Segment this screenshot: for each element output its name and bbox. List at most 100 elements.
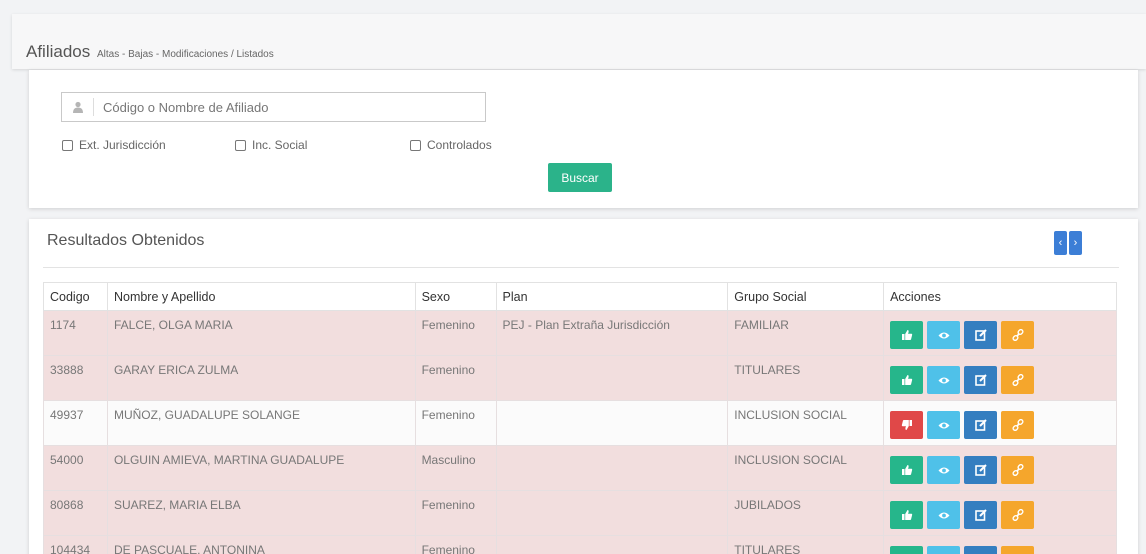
table-row[interactable]: 33888 GARAY ERICA ZULMA Femenino TITULAR… xyxy=(43,355,1117,401)
edit-button[interactable] xyxy=(964,321,998,349)
disapprove-button[interactable] xyxy=(890,411,924,439)
table-row[interactable]: 104434 DE PASCUALE, ANTONINA Femenino TI… xyxy=(43,535,1117,554)
eye-icon xyxy=(938,332,950,338)
eye-icon xyxy=(938,377,950,383)
checkbox-ext-jurisdiccion-box[interactable] xyxy=(62,139,73,151)
pager-next-button[interactable]: › xyxy=(1069,231,1082,255)
thumbs-down-icon xyxy=(901,420,912,430)
edit-button[interactable] xyxy=(964,546,998,554)
user-icon xyxy=(62,98,94,116)
link-button[interactable] xyxy=(1001,546,1035,554)
view-button[interactable] xyxy=(927,411,961,439)
approve-button[interactable] xyxy=(890,456,924,484)
results-panel: Resultados Obtenidos ‹ › Codigo Nombre y… xyxy=(29,219,1138,554)
view-button[interactable] xyxy=(927,546,961,554)
pager: ‹ › xyxy=(1054,231,1082,255)
pager-prev-button[interactable]: ‹ xyxy=(1054,231,1067,255)
page-title-text: Afiliados xyxy=(26,42,91,61)
checkbox-inc-social[interactable]: Inc. Social xyxy=(235,138,307,152)
column-header-grupo: Grupo Social xyxy=(727,282,885,311)
cell-sexo: Femenino xyxy=(414,400,497,446)
edit-icon xyxy=(974,509,987,521)
checkbox-controlados[interactable]: Controlados xyxy=(410,138,492,152)
cell-plan xyxy=(495,445,729,491)
table-row[interactable]: 54000 OLGUIN AMIEVA, MARTINA GUADALUPE M… xyxy=(43,445,1117,491)
checkbox-ext-jurisdiccion[interactable]: Ext. Jurisdicción xyxy=(62,138,166,152)
column-header-plan: Plan xyxy=(495,282,729,311)
results-title: Resultados Obtenidos xyxy=(47,232,205,249)
search-button[interactable]: Buscar xyxy=(548,163,612,192)
checkbox-controlados-box[interactable] xyxy=(410,139,421,151)
approve-button[interactable] xyxy=(890,366,924,394)
search-panel: Ext. Jurisdicción Inc. Social Controlado… xyxy=(29,70,1138,208)
cell-sexo: Femenino xyxy=(414,310,497,356)
eye-icon xyxy=(938,512,950,518)
table-header-row: Codigo Nombre y Apellido Sexo Plan Grupo… xyxy=(43,282,1117,311)
edit-icon xyxy=(974,329,987,341)
column-header-acciones: Acciones xyxy=(883,282,1117,311)
view-button[interactable] xyxy=(927,501,961,529)
view-button[interactable] xyxy=(927,366,961,394)
cell-grupo: INCLUSION SOCIAL xyxy=(727,445,885,491)
link-button[interactable] xyxy=(1001,501,1035,529)
cell-codigo: 104434 xyxy=(43,535,108,554)
link-button[interactable] xyxy=(1001,411,1035,439)
link-button[interactable] xyxy=(1001,321,1035,349)
cell-nombre: MUÑOZ, GUADALUPE SOLANGE xyxy=(106,400,416,446)
cell-acciones xyxy=(883,310,1117,356)
table-row[interactable]: 1174 FALCE, OLGA MARIA Femenino PEJ - Pl… xyxy=(43,310,1117,356)
cell-acciones xyxy=(883,445,1117,491)
cell-plan xyxy=(495,400,729,446)
results-divider xyxy=(43,267,1119,268)
page-header: Afiliados Altas - Bajas - Modificaciones… xyxy=(12,14,1146,69)
row-actions xyxy=(890,498,1110,529)
cell-grupo: TITULARES xyxy=(727,355,885,401)
cell-acciones xyxy=(883,355,1117,401)
view-button[interactable] xyxy=(927,321,961,349)
search-input[interactable] xyxy=(94,93,485,121)
cell-grupo: TITULARES xyxy=(727,535,885,554)
cell-codigo: 33888 xyxy=(43,355,108,401)
checkbox-inc-social-label: Inc. Social xyxy=(252,138,308,152)
cell-nombre: GARAY ERICA ZULMA xyxy=(106,355,416,401)
cell-nombre: DE PASCUALE, ANTONINA xyxy=(106,535,416,554)
column-header-codigo: Codigo xyxy=(43,282,108,311)
cell-acciones xyxy=(883,400,1117,446)
cell-acciones xyxy=(883,535,1117,554)
link-button[interactable] xyxy=(1001,366,1035,394)
row-actions xyxy=(890,318,1110,349)
link-icon xyxy=(1012,509,1024,521)
search-box[interactable] xyxy=(61,92,486,122)
approve-button[interactable] xyxy=(890,501,924,529)
cell-acciones xyxy=(883,490,1117,536)
row-actions xyxy=(890,453,1110,484)
edit-button[interactable] xyxy=(964,501,998,529)
edit-button[interactable] xyxy=(964,411,998,439)
table-row[interactable]: 80868 SUAREZ, MARIA ELBA Femenino JUBILA… xyxy=(43,490,1117,536)
cell-grupo: FAMILIAR xyxy=(727,310,885,356)
link-button[interactable] xyxy=(1001,456,1035,484)
cell-nombre: OLGUIN AMIEVA, MARTINA GUADALUPE xyxy=(106,445,416,491)
link-icon xyxy=(1012,464,1024,476)
cell-plan xyxy=(495,490,729,536)
edit-button[interactable] xyxy=(964,366,998,394)
edit-icon xyxy=(974,464,987,476)
link-icon xyxy=(1012,419,1024,431)
checkbox-ext-jurisdiccion-label: Ext. Jurisdicción xyxy=(79,138,166,152)
view-button[interactable] xyxy=(927,456,961,484)
thumbs-up-icon xyxy=(901,465,912,475)
approve-button[interactable] xyxy=(890,546,924,554)
approve-button[interactable] xyxy=(890,321,924,349)
eye-icon xyxy=(938,422,950,428)
table-row[interactable]: 49937 MUÑOZ, GUADALUPE SOLANGE Femenino … xyxy=(43,400,1117,446)
cell-codigo: 54000 xyxy=(43,445,108,491)
eye-icon xyxy=(938,467,950,473)
cell-codigo: 1174 xyxy=(43,310,108,356)
link-icon xyxy=(1012,374,1024,386)
checkbox-inc-social-box[interactable] xyxy=(235,139,246,151)
edit-icon xyxy=(974,419,987,431)
edit-icon xyxy=(974,374,987,386)
column-header-sexo: Sexo xyxy=(414,282,497,311)
checkbox-controlados-label: Controlados xyxy=(427,138,492,152)
edit-button[interactable] xyxy=(964,456,998,484)
